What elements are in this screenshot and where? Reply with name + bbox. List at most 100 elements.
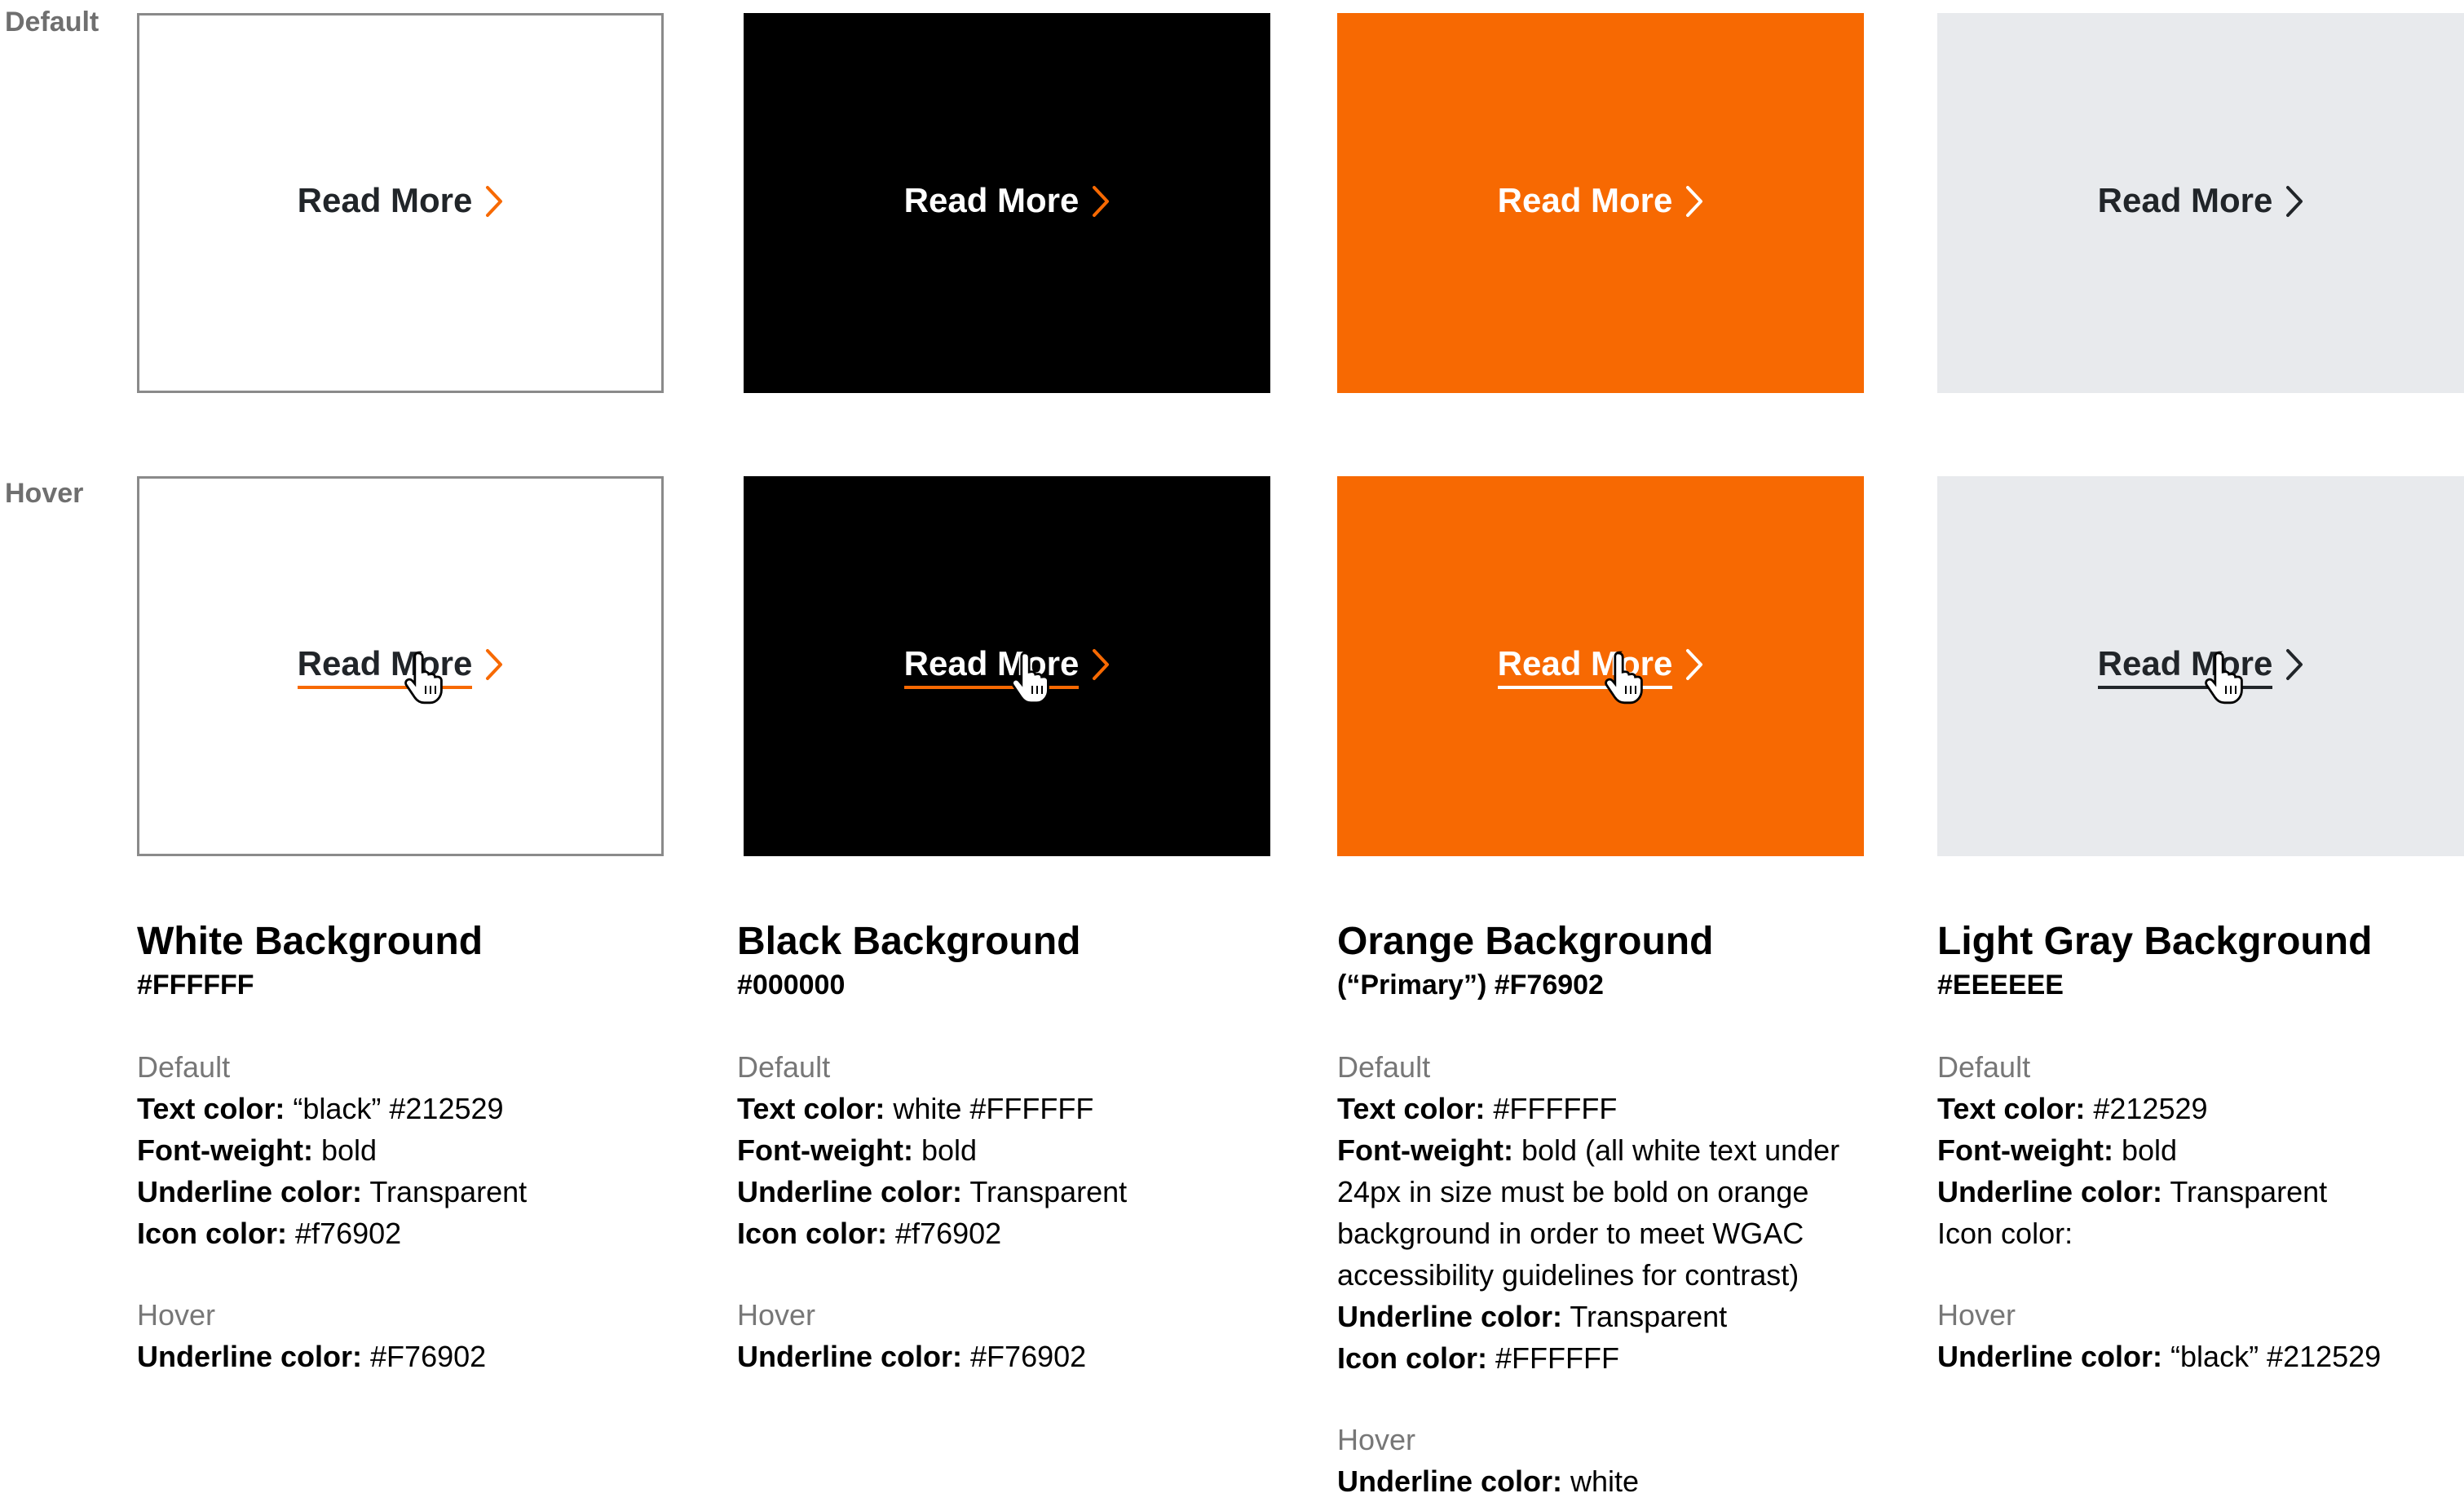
spec-line: Icon color: #f76902 <box>137 1213 708 1254</box>
spec-title: White Background <box>137 920 484 963</box>
section-heading: Default <box>137 1050 231 1084</box>
chevron-right-icon <box>1092 648 1110 681</box>
spec-line-value: Transparent <box>2162 1175 2328 1208</box>
spec-line-value: white #FFFFFF <box>885 1092 1094 1125</box>
spec-column-1: White Background #FFFFFF Default Text color… <box>137 917 708 1377</box>
chevron-right-icon <box>485 648 503 681</box>
spec-line: Text color: #212529 <box>1937 1088 2464 1129</box>
spec-line: Text color: #FFFFFF <box>1337 1088 1908 1129</box>
spec-line: Underline color: “black” #212529 <box>1937 1336 2464 1377</box>
spec-line-value: white <box>1562 1464 1640 1498</box>
section-heading: Default <box>1937 1050 2031 1084</box>
spec-line: Font-weight: bold <box>137 1129 708 1171</box>
chevron-right-icon <box>2285 185 2303 218</box>
read-more-link[interactable]: Read More <box>904 183 1111 223</box>
section-heading: Hover <box>737 1298 816 1332</box>
read-more-link[interactable]: Read More <box>297 647 504 705</box>
swatch-default-3: Read More <box>1337 13 1864 393</box>
section-heading: Default <box>1337 1050 1431 1084</box>
spec-line-value: #212529 <box>2085 1092 2208 1125</box>
hover-spec: Hover Underline color: #F76902 <box>137 1295 708 1377</box>
read-more-link[interactable]: Read More <box>903 647 1111 705</box>
spec-line-label: Icon color: <box>1337 1341 1488 1375</box>
spec-line-label: Font-weight: <box>737 1133 913 1167</box>
spec-column-3: Orange Background (“Primary”) #F76902 Defa… <box>1337 917 1908 1502</box>
spec-line-value: “black” #212529 <box>285 1092 504 1125</box>
spec-line: Icon color: #FFFFFF <box>1337 1337 1908 1379</box>
spec-title: Light Gray Background <box>1937 920 2373 963</box>
spec-line-value: Icon color: <box>1937 1217 2073 1250</box>
spec-line-label: Text color: <box>137 1092 285 1125</box>
spec-line-value: #f76902 <box>287 1217 402 1250</box>
spec-line-label: Text color: <box>1937 1092 2086 1125</box>
spec-line-label: Underline color: <box>737 1340 963 1373</box>
spec-line-value: “black” #212529 <box>2162 1340 2382 1373</box>
read-more-label: Read More <box>297 181 473 219</box>
spec-title: Black Background <box>737 920 1081 963</box>
section-heading: Hover <box>1337 1423 1416 1456</box>
swatch-default-1: Read More <box>137 13 664 393</box>
spec-line: Underline color: white <box>1337 1460 1908 1502</box>
spec-line: Underline color: Transparent <box>137 1171 708 1213</box>
spec-line-label: Underline color: <box>137 1340 363 1373</box>
spec-line-label: Underline color: <box>1937 1340 2163 1373</box>
spec-line-value: Transparent <box>962 1175 1128 1208</box>
read-more-link[interactable]: Read More <box>1497 647 1704 705</box>
spec-line: Underline color: Transparent <box>1937 1171 2464 1213</box>
spec-hex: #FFFFFF <box>137 970 254 1001</box>
swatch-default-2: Read More <box>744 13 1270 393</box>
swatch-hover-4: Read More <box>1937 476 2464 856</box>
spec-line: Font-weight: bold <box>1937 1129 2464 1171</box>
default-spec: Default Text color: “black” #212529 Font-w… <box>137 1047 708 1254</box>
spec-hex: #000000 <box>737 970 846 1001</box>
hand-cursor-icon <box>1604 650 1649 707</box>
spec-line-value: #F76902 <box>362 1340 487 1373</box>
spec-line: Font-weight: bold (all white text under … <box>1337 1129 1908 1296</box>
hover-spec: Hover Underline color: “black” #212529 <box>1937 1295 2464 1377</box>
spec-column-2: Black Background #000000 Default Text color… <box>737 917 1308 1377</box>
default-spec: Default Text color: #212529 Font-weight: b… <box>1937 1047 2464 1254</box>
read-more-label: Read More <box>903 181 1080 219</box>
spec-line-value: #F76902 <box>962 1340 1087 1373</box>
spec-line-value: bold <box>312 1133 378 1167</box>
row-label-default: Default <box>5 7 99 38</box>
spec-line-label: Text color: <box>1337 1092 1486 1125</box>
spec-line-value: #FFFFFF <box>1487 1341 1619 1375</box>
spec-column-4: Light Gray Background #EEEEEE Default Text … <box>1937 917 2464 1377</box>
section-heading: Default <box>737 1050 831 1084</box>
row-label-hover: Hover <box>5 478 84 509</box>
spec-line: Icon color: #f76902 <box>737 1213 1308 1254</box>
spec-line-value: #FFFFFF <box>1485 1092 1618 1125</box>
chevron-right-icon <box>1685 185 1703 218</box>
spec-line-label: Font-weight: <box>1337 1133 1513 1167</box>
spec-line: Underline color: #F76902 <box>737 1336 1308 1377</box>
spec-line: Underline color: Transparent <box>737 1171 1308 1213</box>
spec-line-label: Underline color: <box>137 1175 363 1208</box>
hand-cursor-icon <box>2204 650 2250 707</box>
spec-line-label: Font-weight: <box>137 1133 313 1167</box>
swatch-default-4: Read More <box>1937 13 2464 393</box>
read-more-link[interactable]: Read More <box>1498 183 1704 223</box>
spec-line-value: Transparent <box>1562 1300 1728 1333</box>
spec-line-label: Underline color: <box>737 1175 963 1208</box>
spec-line-value: bold <box>912 1133 978 1167</box>
spec-hex: #EEEEEE <box>1937 970 2064 1001</box>
spec-line-label: Underline color: <box>1337 1464 1563 1498</box>
hand-cursor-icon <box>1010 650 1056 707</box>
spec-line: Text color: “black” #212529 <box>137 1088 708 1129</box>
read-more-link[interactable]: Read More <box>298 183 504 223</box>
read-more-link[interactable]: Read More <box>2098 183 2304 223</box>
section-heading: Hover <box>137 1298 216 1332</box>
spec-line-value: #f76902 <box>887 1217 1002 1250</box>
read-more-label: Read More <box>2097 181 2273 219</box>
spec-line: Underline color: Transparent <box>1337 1296 1908 1337</box>
spec-line-label: Text color: <box>737 1092 885 1125</box>
default-spec: Default Text color: white #FFFFFF Font-wei… <box>737 1047 1308 1254</box>
read-more-link[interactable]: Read More <box>2097 647 2304 705</box>
spec-line: Text color: white #FFFFFF <box>737 1088 1308 1129</box>
spec-line-label: Font-weight: <box>1937 1133 2113 1167</box>
spec-line: Icon color: <box>1937 1213 2464 1254</box>
chevron-right-icon <box>1685 648 1703 681</box>
chevron-right-icon <box>1092 185 1110 218</box>
swatch-hover-3: Read More <box>1337 476 1864 856</box>
